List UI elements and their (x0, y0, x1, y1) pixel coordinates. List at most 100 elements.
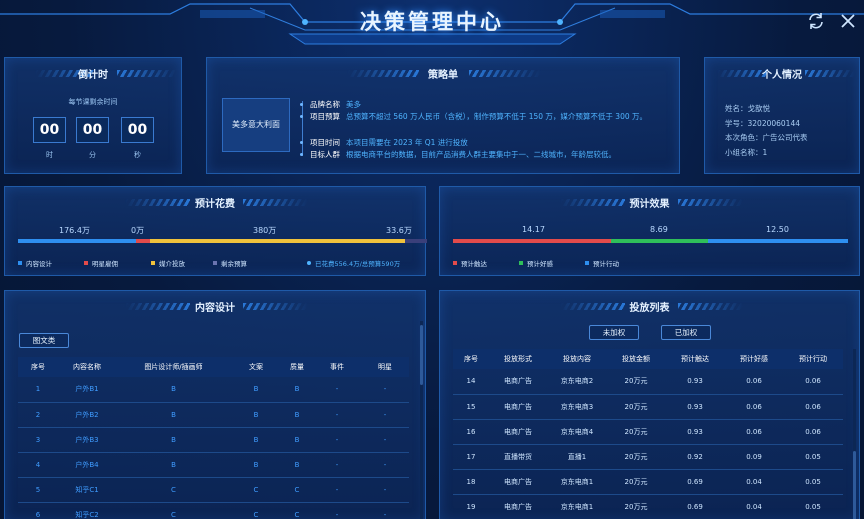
table-cell: 3 (18, 427, 58, 453)
table-cell: - (313, 452, 361, 478)
table-cell: 0.93 (665, 394, 725, 420)
unweighted-button[interactable]: 未加权 (589, 325, 639, 340)
table-cell: 2 (18, 402, 58, 428)
scrollbar-thumb[interactable] (853, 451, 856, 519)
content-design-title: 内容设计 (195, 303, 235, 314)
budget-value-star: 0万 (131, 226, 145, 235)
col-header[interactable]: 序号 (453, 349, 489, 369)
table-header-row: 序号 投放形式 投放内容 投放金额 预计触达 预计好感 预计行动 (453, 349, 843, 369)
row-key: 目标人群 (310, 150, 340, 159)
table-cell: C (116, 502, 231, 519)
table-cell: B (116, 402, 231, 428)
tab-graphic[interactable]: 图文类 (19, 333, 69, 348)
table-row[interactable]: 15 电商广告 京东电商3 20万元 0.93 0.06 0.06 (453, 394, 843, 420)
table-row[interactable]: 18 电商广告 京东电商1 20万元 0.69 0.04 0.05 (453, 469, 843, 495)
title-decoration (117, 70, 177, 77)
effect-title: 预计效果 (629, 199, 670, 210)
table-cell: 直播带货 (489, 444, 547, 470)
placement-title: 投放列表 (629, 303, 670, 314)
col-header[interactable]: 图片设计师/插画师 (116, 357, 231, 377)
strategy-row-time: 项目时间 本项目需要在 2023 年 Q1 进行投放 (299, 137, 659, 149)
table-cell: - (313, 427, 361, 453)
legend-swatch (18, 261, 22, 265)
strategy-title: 策略单 (428, 70, 458, 81)
legend-swatch (519, 261, 523, 265)
content-design-panel: 内容设计 图文类 序号 内容名称 图片设计师/插画师 文案 质量 事件 明星 1… (4, 290, 426, 519)
table-cell: 6 (18, 502, 58, 519)
personal-role: 本次角色：广告公司代表 (725, 133, 808, 142)
table-cell: C (281, 477, 313, 503)
table-cell: 0.06 (725, 394, 783, 420)
page-title: 决策管理中心 (360, 10, 504, 34)
col-header[interactable]: 序号 (18, 357, 58, 377)
close-icon[interactable] (838, 11, 858, 31)
countdown-subtitle: 每节课剩余时间 (68, 98, 118, 106)
table-cell: 0.05 (783, 469, 843, 495)
content-design-table: 序号 内容名称 图片设计师/插画师 文案 质量 事件 明星 1 户外B1 B B B - -… (18, 357, 409, 519)
col-header[interactable]: 投放内容 (547, 349, 607, 369)
table-row[interactable]: 17 直播带货 直播1 20万元 0.92 0.09 0.05 (453, 444, 843, 470)
col-header[interactable]: 内容名称 (58, 357, 116, 377)
col-header[interactable]: 预计触达 (665, 349, 725, 369)
table-cell: C (231, 502, 281, 519)
legend-favor: 预计好感 (519, 258, 553, 268)
table-cell: B (231, 452, 281, 478)
legend-swatch (453, 261, 457, 265)
table-row[interactable]: 2 户外B2 B B B - - (18, 402, 409, 428)
refresh-icon[interactable] (806, 11, 826, 31)
col-header[interactable]: 投放金额 (607, 349, 665, 369)
personal-group: 小组名称：1 (725, 148, 768, 157)
table-cell: 京东电商1 (547, 469, 607, 495)
scrollbar-thumb[interactable] (420, 325, 423, 385)
col-header[interactable]: 投放形式 (489, 349, 547, 369)
table-cell: 户外B3 (58, 427, 116, 453)
table-row[interactable]: 3 户外B3 B B B - - (18, 427, 409, 453)
col-header[interactable]: 质量 (281, 357, 313, 377)
col-header[interactable]: 预计行动 (783, 349, 843, 369)
col-header[interactable]: 预计好感 (725, 349, 783, 369)
table-row[interactable]: 19 电商广告 京东电商1 20万元 0.69 0.04 0.05 (453, 494, 843, 519)
title-decoration (469, 70, 541, 77)
table-row[interactable]: 1 户外B1 B B B - - (18, 377, 409, 403)
table-cell: 15 (453, 394, 489, 420)
legend-swatch (151, 261, 155, 265)
table-row[interactable]: 14 电商广告 京东电商2 20万元 0.93 0.06 0.06 (453, 369, 843, 395)
table-cell: 0.06 (783, 369, 843, 395)
legend-label: 媒介投放 (159, 260, 185, 268)
table-row[interactable]: 4 户外B4 B B B - - (18, 452, 409, 478)
col-header[interactable]: 明星 (361, 357, 409, 377)
budget-total-label: 已花费556.4万/总预算590万 (315, 260, 401, 268)
table-cell: B (231, 377, 281, 403)
table-row[interactable]: 16 电商广告 京东电商4 20万元 0.93 0.06 0.06 (453, 419, 843, 445)
effect-segment (708, 239, 848, 243)
table-cell: 17 (453, 444, 489, 470)
bullet-icon (299, 114, 305, 120)
legend-swatch (585, 261, 589, 265)
table-cell: 20万元 (607, 369, 665, 395)
col-header[interactable]: 文案 (231, 357, 281, 377)
table-cell: 0.09 (725, 444, 783, 470)
table-cell: 5 (18, 477, 58, 503)
effect-value-reach: 14.17 (522, 225, 545, 234)
table-cell: 0.06 (725, 369, 783, 395)
table-cell: 19 (453, 494, 489, 519)
weighted-button[interactable]: 已加权 (661, 325, 711, 340)
legend-swatch (213, 261, 217, 265)
effect-bar (453, 239, 848, 243)
title-decoration (678, 199, 743, 206)
strategy-panel: 策略单 美多意大利面 品牌名称 美多 项目预算 总预算不超过 560 万人民币（… (206, 57, 680, 174)
row-key: 项目时间 (310, 138, 340, 147)
budget-segment (136, 239, 151, 243)
col-header[interactable]: 事件 (313, 357, 361, 377)
table-cell: 0.93 (665, 369, 725, 395)
personal-student-id: 学号：32020060144 (725, 119, 800, 128)
legend-media: 媒介投放 (151, 258, 185, 268)
budget-segment (18, 239, 137, 243)
table-row[interactable]: 5 知乎C1 C C C - - (18, 477, 409, 503)
strategy-row-brand: 品牌名称 美多 (299, 99, 659, 111)
table-cell: C (116, 477, 231, 503)
table-cell: 京东电商2 (547, 369, 607, 395)
table-cell: B (116, 452, 231, 478)
table-row[interactable]: 6 知乎C2 C C C - - (18, 502, 409, 519)
minutes-label: 分 (89, 151, 96, 159)
